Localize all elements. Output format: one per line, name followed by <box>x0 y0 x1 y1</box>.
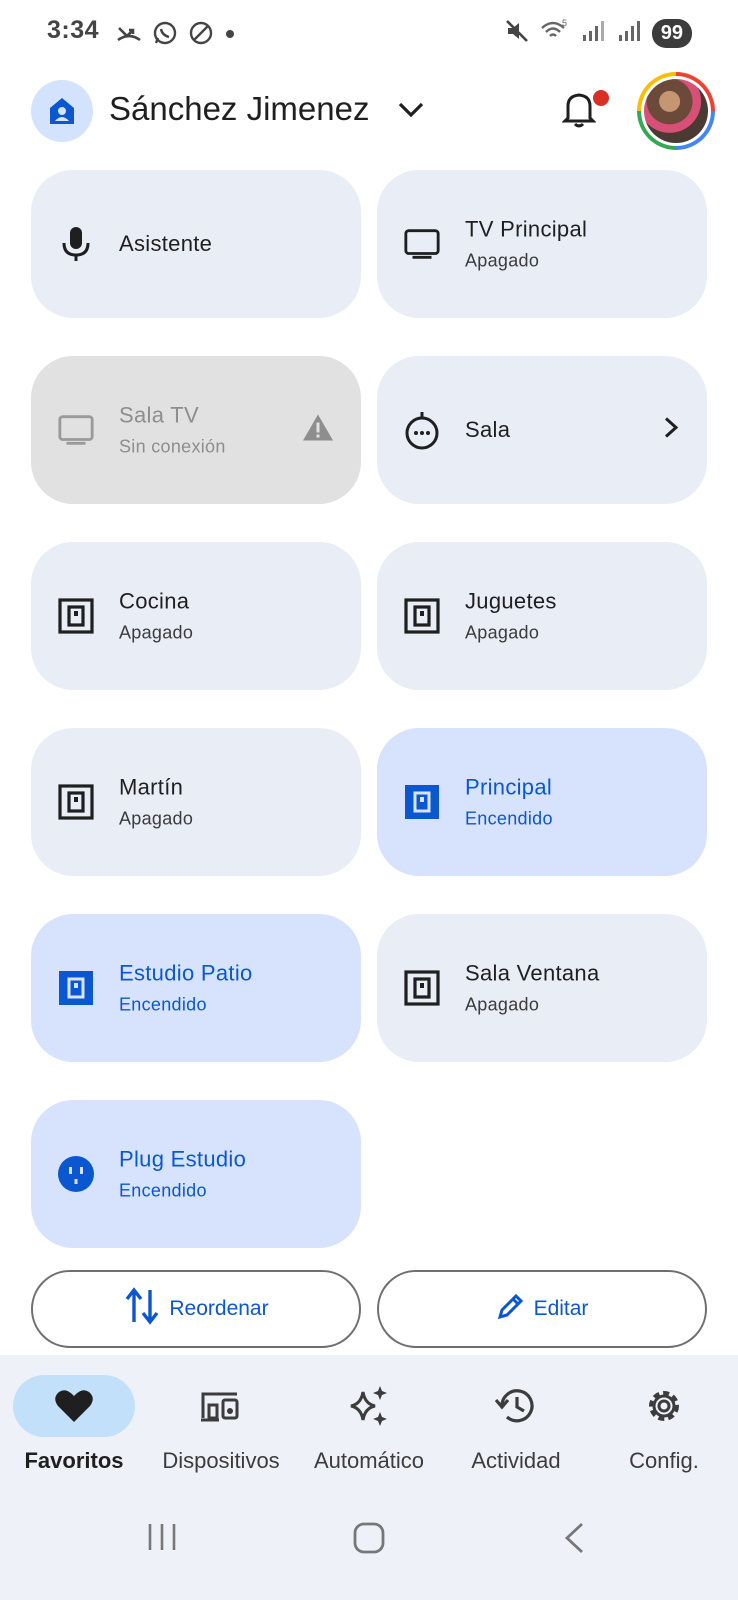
tile-juguetes[interactable]: Juguetes Apagado <box>377 542 707 690</box>
nav-actividad[interactable]: Actividad <box>442 1355 590 1485</box>
nav-label: Config. <box>629 1448 699 1473</box>
speaker-group-icon <box>403 411 441 450</box>
app-header: Sánchez Jimenez <box>0 72 738 152</box>
tile-martin[interactable]: Martín Apagado <box>31 728 361 876</box>
status-time: 3:34 <box>47 16 100 44</box>
tv-icon <box>403 225 441 263</box>
switch-icon <box>57 969 95 1007</box>
tile-name: Cocina <box>119 588 190 614</box>
devices-icon <box>160 1375 282 1437</box>
dot-icon <box>224 27 236 45</box>
nav-favoritos[interactable]: Favoritos <box>0 1355 148 1485</box>
edit-button[interactable]: Editar <box>377 1270 707 1348</box>
tv-icon <box>57 411 95 449</box>
tile-name: Plug Estudio <box>119 1146 247 1172</box>
avatar[interactable] <box>637 72 715 150</box>
chevron-down-icon[interactable] <box>396 94 426 129</box>
gear-icon <box>603 1375 725 1437</box>
back-icon[interactable] <box>562 1521 586 1560</box>
tile-status: Sin conexión <box>119 436 226 457</box>
system-nav-bar <box>0 1485 738 1600</box>
nav-label: Dispositivos <box>162 1448 280 1473</box>
notification-dot <box>591 88 611 108</box>
tile-status: Encendido <box>119 1180 207 1201</box>
tile-name: Asistente <box>119 231 213 256</box>
edit-label: Editar <box>533 1297 589 1320</box>
reorder-button[interactable]: Reordenar <box>31 1270 361 1348</box>
nav-label: Favoritos <box>24 1448 124 1473</box>
sparkle-icon <box>308 1375 430 1437</box>
status-bar: 3:34 5 99 <box>0 0 738 66</box>
svg-text:5: 5 <box>562 18 567 28</box>
switch-icon <box>403 597 441 635</box>
mute-icon <box>504 18 530 49</box>
tile-asistente[interactable]: Asistente <box>31 170 361 318</box>
tile-plug-estudio[interactable]: Plug Estudio Encendido <box>31 1100 361 1248</box>
tile-status: Apagado <box>119 622 194 643</box>
tile-sala-tv[interactable]: Sala TV Sin conexión <box>31 356 361 504</box>
tile-sala-ventana[interactable]: Sala Ventana Apagado <box>377 914 707 1062</box>
microphone-icon <box>57 225 95 263</box>
history-icon <box>455 1375 577 1437</box>
tile-status: Encendido <box>119 994 207 1015</box>
battery-level: 99 <box>651 19 692 48</box>
nav-label: Actividad <box>471 1448 561 1473</box>
missed-call-icon <box>116 20 142 51</box>
signal-icon <box>580 18 606 49</box>
warning-icon <box>301 413 335 448</box>
tile-principal[interactable]: Principal Encendido <box>377 728 707 876</box>
switch-icon <box>57 783 95 821</box>
bottom-nav: Favoritos Dispositivos Automático Activi… <box>0 1355 738 1485</box>
nav-config[interactable]: Config. <box>590 1355 738 1485</box>
tile-name: Estudio Patio <box>119 960 253 986</box>
signal-icon <box>616 18 642 49</box>
reorder-icon <box>123 1286 161 1332</box>
home-icon[interactable] <box>31 80 93 142</box>
reorder-label: Reordenar <box>169 1297 269 1320</box>
do-not-disturb-icon <box>188 20 214 51</box>
tile-name: Sala TV <box>119 402 199 428</box>
tile-name: Martín <box>119 774 184 800</box>
tile-name: Principal <box>465 774 553 800</box>
chevron-right-icon <box>661 416 681 445</box>
tile-status: Encendido <box>465 808 553 829</box>
tile-sala[interactable]: Sala <box>377 356 707 504</box>
recent-apps-icon[interactable] <box>146 1521 178 1558</box>
tile-name: Sala <box>465 417 511 442</box>
tile-name: TV Principal <box>465 216 588 242</box>
whatsapp-icon <box>152 20 178 51</box>
home-button-icon[interactable] <box>352 1521 386 1560</box>
tile-status: Apagado <box>119 808 194 829</box>
nav-automatico[interactable]: Automático <box>295 1355 443 1485</box>
tile-status: Apagado <box>465 250 540 271</box>
heart-icon <box>13 1375 135 1437</box>
nav-label: Automático <box>313 1448 425 1473</box>
tile-cocina[interactable]: Cocina Apagado <box>31 542 361 690</box>
switch-icon <box>403 969 441 1007</box>
nav-dispositivos[interactable]: Dispositivos <box>147 1355 295 1485</box>
home-name[interactable]: Sánchez Jimenez <box>109 90 369 128</box>
switch-icon <box>57 597 95 635</box>
pencil-icon <box>496 1291 526 1327</box>
tile-status: Apagado <box>465 994 540 1015</box>
tile-tv-principal[interactable]: TV Principal Apagado <box>377 170 707 318</box>
wifi-icon: 5 <box>540 18 570 49</box>
tile-status: Apagado <box>465 622 540 643</box>
plug-icon <box>57 1155 95 1193</box>
switch-icon <box>403 783 441 821</box>
tile-estudio-patio[interactable]: Estudio Patio Encendido <box>31 914 361 1062</box>
tile-name: Sala Ventana <box>465 960 600 986</box>
tile-name: Juguetes <box>465 588 557 614</box>
